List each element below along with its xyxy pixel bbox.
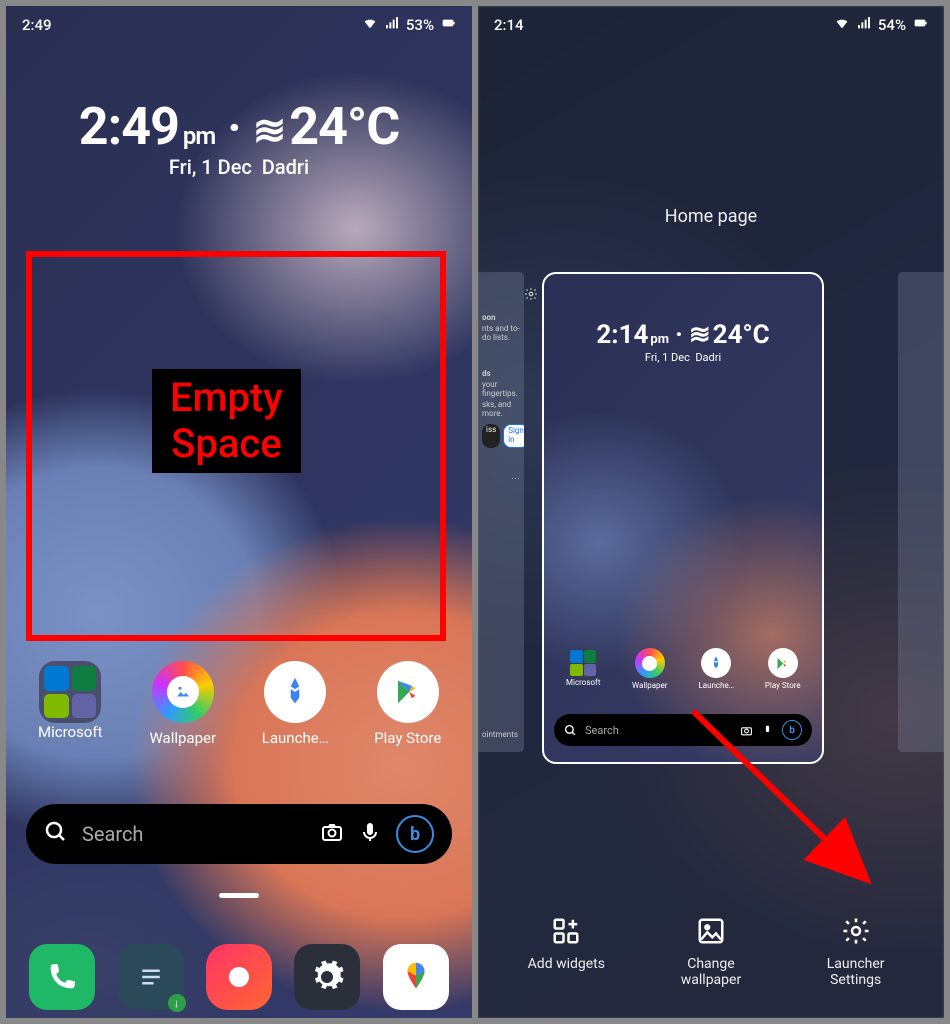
- signal-icon: [856, 15, 872, 35]
- launcher-settings-button[interactable]: Launcher Settings: [796, 916, 916, 988]
- separator-dot: ·: [227, 99, 240, 156]
- home-app-row: Microsoft Wallpaper Launche… Play Store: [6, 661, 472, 747]
- option-label: Add widgets: [528, 956, 605, 972]
- bing-icon[interactable]: b: [396, 815, 434, 853]
- search-icon: [44, 820, 68, 848]
- play-store-icon: [377, 661, 439, 723]
- weather-haze-icon: ≋: [253, 107, 286, 154]
- wifi-icon: [834, 15, 850, 35]
- battery-percent: 54%: [878, 16, 906, 34]
- search-bar[interactable]: Search b: [26, 804, 452, 864]
- mic-icon[interactable]: [358, 820, 382, 848]
- dock: ↓: [6, 944, 472, 1010]
- status-bar: 2:49 53%: [6, 6, 472, 44]
- option-label: Change wallpaper: [681, 956, 741, 988]
- status-time: 2:14: [494, 16, 524, 34]
- change-wallpaper-button[interactable]: Change wallpaper: [651, 916, 771, 988]
- feed-settings-icon[interactable]: [524, 286, 926, 305]
- dismiss-button[interactable]: iss: [482, 424, 500, 448]
- app-microsoft-folder[interactable]: Microsoft: [20, 661, 120, 747]
- camera-icon[interactable]: [320, 820, 344, 848]
- gear-icon: [841, 916, 871, 946]
- mic-icon: [761, 724, 774, 737]
- app-label: Microsoft: [38, 723, 103, 741]
- mini-clock-widget: 2:14pm ·≋24°C Fri, 1 Dec Dadri: [544, 320, 822, 364]
- option-label: Launcher Settings: [827, 956, 885, 988]
- weather-haze-icon: ≋: [689, 320, 711, 350]
- app-label: Play Store: [374, 729, 441, 747]
- clock-location: Dadri: [262, 155, 309, 179]
- right-screenshot: 2:14 54% Home page oon nts and to-do lis…: [478, 6, 944, 1018]
- app-play-store[interactable]: Play Store: [358, 661, 458, 747]
- battery-icon: [912, 15, 928, 35]
- dock-notes[interactable]: ↓: [118, 944, 184, 1010]
- search-placeholder: Search: [82, 822, 306, 846]
- dock-phone[interactable]: [29, 944, 95, 1010]
- wallpaper-app-icon: [152, 661, 214, 723]
- status-bar: 2:14 54%: [478, 6, 944, 44]
- wifi-icon: [362, 15, 378, 35]
- dock-settings[interactable]: [294, 944, 360, 1010]
- app-launcher[interactable]: Launche…: [245, 661, 345, 747]
- clock-date: Fri, 1 Dec: [169, 155, 252, 179]
- signin-button[interactable]: Sign in: [503, 424, 524, 448]
- side-page-feed[interactable]: oon nts and to-do lists. ds your fingert…: [478, 272, 524, 752]
- launcher-options-row: Add widgets Change wallpaper Launcher Se…: [478, 916, 944, 988]
- signal-icon: [384, 15, 400, 35]
- mini-app-playstore: Play Store: [753, 648, 813, 690]
- battery-percent: 53%: [406, 16, 434, 34]
- camera-icon: [740, 724, 753, 737]
- home-page-title: Home page: [478, 206, 944, 227]
- battery-icon: [440, 15, 456, 35]
- clock-temp: 24°C: [289, 96, 399, 157]
- clock-ampm: pm: [183, 122, 215, 150]
- mini-app-row: Microsoft Wallpaper Launche… Play Store: [544, 648, 822, 690]
- page-preview-row: oon nts and to-do lists. ds your fingert…: [478, 272, 944, 772]
- add-widgets-button[interactable]: Add widgets: [506, 916, 626, 988]
- status-time: 2:49: [22, 16, 52, 34]
- annotation-empty-space-box: EmptySpace: [26, 251, 446, 641]
- mini-search-bar: Search b: [554, 714, 812, 746]
- annotation-empty-space-label: EmptySpace: [152, 369, 301, 473]
- clock-time: 2:49: [79, 96, 179, 157]
- wallpaper-icon: [696, 916, 726, 946]
- dock-camera[interactable]: [206, 944, 272, 1010]
- home-indicator[interactable]: [219, 893, 259, 898]
- mini-app-microsoft: Microsoft: [553, 648, 613, 690]
- side-page-right[interactable]: [898, 272, 944, 752]
- app-wallpaper[interactable]: Wallpaper: [133, 661, 233, 747]
- home-page-preview[interactable]: 2:14pm ·≋24°C Fri, 1 Dec Dadri Microsoft…: [542, 272, 824, 764]
- microsoft-folder-icon: [39, 661, 101, 723]
- app-label: Wallpaper: [149, 729, 216, 747]
- widgets-icon: [551, 916, 581, 946]
- app-label: Launche…: [262, 729, 329, 747]
- mini-app-wallpaper: Wallpaper: [620, 648, 680, 690]
- launcher-app-icon: [264, 661, 326, 723]
- left-screenshot: 2:49 53% 2:49pm · ≋ 24°C Fri, 1 Dec Dadr…: [6, 6, 472, 1018]
- dock-maps[interactable]: [383, 944, 449, 1010]
- bing-icon: b: [782, 720, 802, 740]
- mini-app-launcher: Launche…: [686, 648, 746, 690]
- clock-weather-widget[interactable]: 2:49pm · ≋ 24°C Fri, 1 Dec Dadri: [6, 96, 472, 179]
